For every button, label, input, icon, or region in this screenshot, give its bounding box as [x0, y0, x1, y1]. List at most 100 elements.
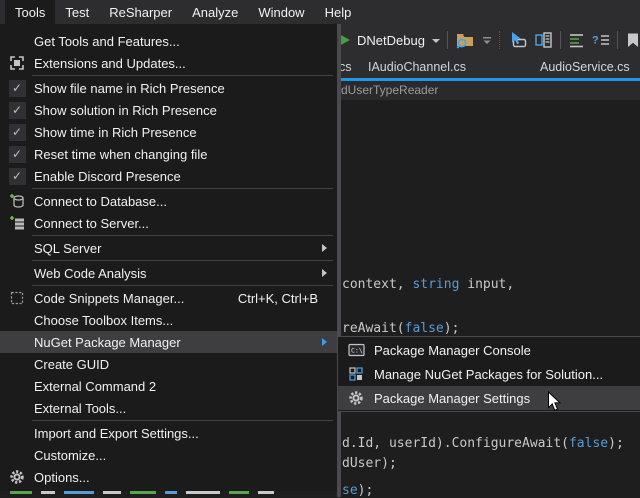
- menu-item-label: Enable Discord Presence: [34, 169, 337, 184]
- connect-server-icon: [0, 215, 34, 231]
- menu-separator: [32, 285, 333, 286]
- format-lines-icon[interactable]: [568, 32, 585, 48]
- menu-item-customize[interactable]: Customize...: [0, 444, 337, 466]
- code-snippets-icon: [0, 290, 34, 306]
- menu-separator: [32, 260, 333, 261]
- copy-lines-icon[interactable]: [534, 31, 553, 49]
- menu-item-label: Options...: [34, 470, 337, 485]
- checkmark-icon: ✓: [9, 146, 26, 163]
- toolbar-separator: [447, 31, 448, 49]
- checkmark-icon: ✓: [0, 146, 34, 163]
- menu-item-import-and-export-settings[interactable]: Import and Export Settings...: [0, 422, 337, 444]
- menu-item-connect-to-server[interactable]: Connect to Server...: [0, 212, 337, 234]
- menu-item-label: Customize...: [34, 448, 337, 463]
- menubar-item-tools[interactable]: Tools: [5, 0, 55, 24]
- svg-text:?: ?: [592, 35, 599, 47]
- menu-item-external-tools[interactable]: External Tools...: [0, 397, 337, 419]
- checkmark-icon: ✓: [0, 80, 34, 97]
- nuget-package-manager-submenu: C:\ Package Manager Console Manage NuGet P…: [337, 336, 640, 412]
- menu-item-web-code-analysis[interactable]: Web Code Analysis: [0, 262, 337, 284]
- submenu-arrow-icon: [317, 244, 331, 252]
- menu-separator: [32, 235, 333, 236]
- menu-item-label: External Tools...: [34, 401, 337, 416]
- menu-item-label: Show solution in Rich Presence: [34, 103, 337, 118]
- menu-item-create-guid[interactable]: Create GUID: [0, 353, 337, 375]
- menu-item-label: SQL Server: [34, 241, 317, 256]
- occluded-code-sliver: [10, 491, 274, 495]
- menu-separator: [32, 188, 333, 189]
- menu-item-label: Create GUID: [34, 357, 337, 372]
- menu-item-choose-toolbox-items[interactable]: Choose Toolbox Items...: [0, 309, 337, 331]
- menu-shortcut: Ctrl+K, Ctrl+B: [238, 291, 318, 306]
- menu-item-label: Show time in Rich Presence: [34, 125, 337, 140]
- run-configuration-dropdown[interactable]: DNetDebug: [357, 33, 425, 48]
- question-lines-icon[interactable]: ?: [592, 32, 610, 48]
- menu-item-show-solution-in-rich-presence[interactable]: ✓ Show solution in Rich Presence: [0, 99, 337, 121]
- code-line: context, string input,: [342, 277, 514, 292]
- gear-icon: [0, 469, 34, 485]
- checkmark-icon: ✓: [9, 80, 26, 97]
- extensions-icon: [0, 55, 34, 71]
- menu-item-label: Choose Toolbox Items...: [34, 313, 337, 328]
- submenu-arrow-icon: [317, 338, 331, 346]
- gear-icon: [338, 390, 374, 406]
- menu-item-show-time-in-rich-presence[interactable]: ✓ Show time in Rich Presence: [0, 121, 337, 143]
- menu-separator: [32, 420, 333, 421]
- code-line: dUser);: [342, 456, 397, 471]
- checkmark-icon: ✓: [9, 168, 26, 185]
- menu-shadow-edge: [337, 24, 341, 497]
- navigate-icon[interactable]: [508, 31, 527, 49]
- menu-item-get-tools-and-features[interactable]: Get Tools and Features...: [0, 30, 337, 52]
- menu-item-enable-discord-presence[interactable]: ✓ Enable Discord Presence: [0, 165, 337, 187]
- connect-database-icon: [0, 193, 34, 209]
- menu-item-sql-server[interactable]: SQL Server: [0, 237, 337, 259]
- submenu-item-package-manager-console[interactable]: C:\ Package Manager Console: [338, 338, 640, 362]
- menu-separator: [32, 75, 333, 76]
- checkmark-icon: ✓: [9, 102, 26, 119]
- menu-item-extensions-and-updates[interactable]: Extensions and Updates...: [0, 52, 337, 74]
- menubar-item-test[interactable]: Test: [55, 0, 99, 24]
- menubar-item-analyze[interactable]: Analyze: [182, 0, 248, 24]
- menu-item-label: Reset time when changing file: [34, 147, 337, 162]
- menu-item-nuget-package-manager[interactable]: NuGet Package Manager: [0, 331, 337, 353]
- menubar-item-resharper[interactable]: ReSharper: [99, 0, 182, 24]
- tab-iaudiochannel-cs[interactable]: IAudioChannel.cs: [368, 60, 466, 74]
- toolbar-separator: [499, 31, 501, 49]
- menu-item-reset-time-when-changing-file[interactable]: ✓ Reset time when changing file: [0, 143, 337, 165]
- menu-item-show-file-name-in-rich-presence[interactable]: ✓ Show file name in Rich Presence: [0, 77, 337, 99]
- submenu-item-package-manager-settings[interactable]: Package Manager Settings: [338, 386, 640, 410]
- menubar-item-help[interactable]: Help: [315, 0, 362, 24]
- menu-bar: ToolsTestReSharperAnalyzeWindowHelp: [0, 0, 640, 24]
- checkmark-icon: ✓: [9, 124, 26, 141]
- submenu-item-label: Package Manager Settings: [374, 391, 530, 406]
- code-line: d.Id, userId).ConfigureAwait(false);: [342, 436, 624, 451]
- chevron-down-icon[interactable]: [432, 39, 440, 43]
- menu-item-connect-to-database[interactable]: Connect to Database...: [0, 190, 337, 212]
- menu-item-external-command-2[interactable]: External Command 2: [0, 375, 337, 397]
- menu-item-label: Show file name in Rich Presence: [34, 81, 337, 96]
- submenu-item-manage-nuget-packages-for-solution[interactable]: Manage NuGet Packages for Solution...: [338, 362, 640, 386]
- toolbar-separator: [617, 31, 618, 49]
- submenu-item-label: Manage NuGet Packages for Solution...: [374, 367, 603, 382]
- menu-item-label: NuGet Package Manager: [34, 335, 317, 350]
- code-line: reAwait(false);: [342, 321, 459, 336]
- overflow-chevron-icon[interactable]: [482, 34, 492, 46]
- mouse-cursor: [547, 391, 562, 418]
- menu-item-options[interactable]: Options...: [0, 466, 337, 488]
- submenu-item-label: Package Manager Console: [374, 343, 531, 358]
- console-icon: C:\: [338, 343, 374, 357]
- menu-item-code-snippets-manager[interactable]: Code Snippets Manager...Ctrl+K, Ctrl+B: [0, 287, 337, 309]
- tab-audioservice-cs[interactable]: AudioService.cs: [540, 60, 630, 74]
- submenu-arrow-icon: [317, 269, 331, 277]
- menubar-item-window[interactable]: Window: [248, 0, 314, 24]
- menu-item-label: Extensions and Updates...: [34, 56, 337, 71]
- checkmark-icon: ✓: [0, 168, 34, 185]
- svg-text:C:\: C:\: [351, 347, 363, 355]
- menu-item-label: Import and Export Settings...: [34, 426, 337, 441]
- bookmark-icon[interactable]: [625, 32, 640, 49]
- nuget-solution-icon: [338, 366, 374, 382]
- toolbar-separator: [560, 31, 561, 49]
- checkmark-icon: ✓: [0, 124, 34, 141]
- find-in-files-icon[interactable]: [455, 31, 475, 49]
- menu-item-label: External Command 2: [34, 379, 337, 394]
